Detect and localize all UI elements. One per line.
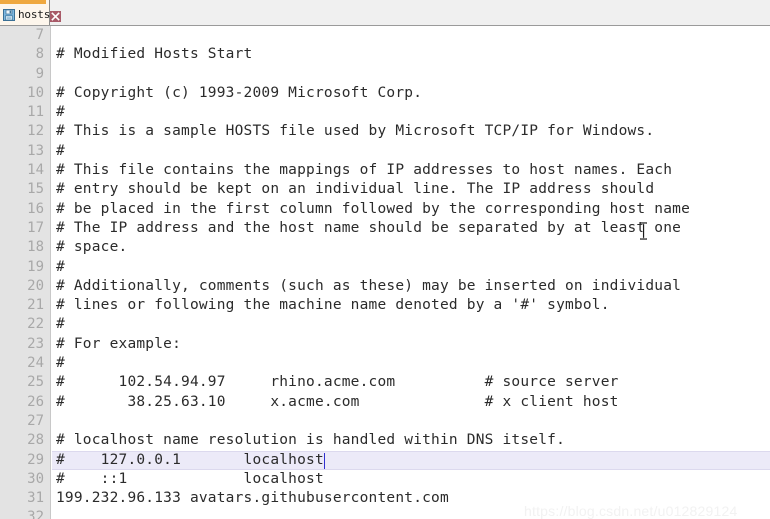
line-number: 9 — [35, 65, 44, 82]
line-text: # lines or following the machine name de… — [56, 297, 610, 314]
line-text: # be placed in the first column followed… — [56, 200, 691, 217]
code-line[interactable]: 24 # — [0, 354, 770, 373]
line-number: 28 — [27, 432, 44, 449]
line-text: # For example: — [56, 335, 182, 352]
line-number: 8 — [35, 46, 44, 63]
tab-active-accent-bar — [0, 0, 46, 4]
line-text: # — [56, 258, 65, 275]
text-caret — [323, 452, 326, 469]
line-text: # 102.54.94.97 rhino.acme.com # source s… — [56, 374, 619, 391]
line-text: # — [56, 142, 65, 159]
code-line[interactable]: 30 # ::1 localhost — [0, 470, 770, 489]
line-text: # space. — [56, 239, 128, 256]
line-text: 199.232.96.133 avatars.githubusercontent… — [56, 490, 449, 507]
line-text: # Modified Hosts Start — [56, 46, 253, 63]
code-line[interactable]: 14 # This file contains the mappings of I… — [0, 161, 770, 180]
line-text: # ::1 localhost — [56, 470, 324, 487]
code-line[interactable]: 15 # entry should be kept on an individua… — [0, 180, 770, 199]
line-text: # This is a sample HOSTS file used by Mi… — [56, 123, 655, 140]
line-number: 18 — [27, 239, 44, 256]
code-line[interactable]: 20 # Additionally, comments (such as thes… — [0, 277, 770, 296]
code-line[interactable]: 21 # lines or following the machine name … — [0, 296, 770, 315]
line-text: # 127.0.0.1 localhost — [56, 451, 324, 468]
line-number: 30 — [27, 470, 44, 487]
line-text: # The IP address and the host name shoul… — [56, 219, 682, 236]
line-number: 19 — [27, 258, 44, 275]
code-line[interactable]: 27 — [0, 412, 770, 431]
tab-label: hosts — [18, 7, 51, 21]
line-number: 7 — [35, 27, 44, 43]
tab-bar: hosts — [0, 0, 770, 26]
line-number: 23 — [27, 335, 44, 352]
line-number: 20 — [27, 277, 44, 294]
code-line[interactable]: 11 # — [0, 103, 770, 122]
line-number: 10 — [27, 84, 44, 101]
code-text-area[interactable]: 7 8 # Modified Hosts Start 9 10 # Copyright (… — [0, 26, 770, 519]
code-line[interactable]: 17 # The IP address and the host name sho… — [0, 219, 770, 238]
code-line[interactable]: 8 # Modified Hosts Start — [0, 45, 770, 64]
line-number: 27 — [27, 412, 44, 429]
code-line[interactable]: 13 # — [0, 142, 770, 161]
line-number: 26 — [27, 393, 44, 410]
line-number: 16 — [27, 200, 44, 217]
line-number: 21 — [27, 297, 44, 314]
line-text: # Copyright (c) 1993-2009 Microsoft Corp… — [56, 84, 423, 101]
line-text: # — [56, 355, 65, 372]
code-line[interactable]: 7 — [0, 26, 770, 45]
close-x-icon[interactable] — [50, 9, 62, 22]
code-line[interactable]: 28 # localhost name resolution is handled… — [0, 431, 770, 450]
editor-pane[interactable]: 7 8 # Modified Hosts Start 9 10 # Copyright (… — [0, 26, 770, 519]
code-line[interactable]: 16 # be placed in the first column follow… — [0, 200, 770, 219]
code-line[interactable]: 10 # Copyright (c) 1993-2009 Microsoft Co… — [0, 84, 770, 103]
line-number: 11 — [27, 104, 44, 121]
line-number: 25 — [27, 374, 44, 391]
code-line[interactable]: 25 # 102.54.94.97 rhino.acme.com # source… — [0, 373, 770, 392]
line-text: # entry should be kept on an individual … — [56, 181, 655, 198]
code-line[interactable]: 19 # — [0, 258, 770, 277]
line-text: # 38.25.63.10 x.acme.com # x client host — [56, 393, 619, 410]
line-text: # Additionally, comments (such as these)… — [56, 277, 682, 294]
tab-hosts[interactable]: hosts — [0, 0, 62, 25]
line-number: 14 — [27, 162, 44, 179]
line-text: # localhost name resolution is handled w… — [56, 432, 565, 449]
text-editor-window: hosts 7 8 # Modified Hosts Start 9 10 # Copyr… — [0, 0, 770, 519]
line-number: 17 — [27, 219, 44, 236]
line-text: # — [56, 316, 65, 333]
code-line[interactable]: 23 # For example: — [0, 335, 770, 354]
line-number: 13 — [27, 142, 44, 159]
line-number: 32 — [27, 509, 44, 519]
line-number: 22 — [27, 316, 44, 333]
code-line[interactable]: 9 — [0, 65, 770, 84]
code-line[interactable]: 18 # space. — [0, 238, 770, 257]
save-floppy-icon — [3, 8, 15, 21]
line-number: 24 — [27, 355, 44, 372]
code-line[interactable]: 22 # — [0, 315, 770, 334]
code-line[interactable]: 29 # 127.0.0.1 localhost — [0, 450, 770, 470]
line-number: 31 — [27, 490, 44, 507]
line-text: # — [56, 104, 65, 121]
line-number: 29 — [27, 451, 44, 468]
line-number: 12 — [27, 123, 44, 140]
code-line[interactable]: 12 # This is a sample HOSTS file used by … — [0, 122, 770, 141]
watermark-text: https://blog.csdn.net/u012829124 — [524, 503, 738, 519]
line-text: # This file contains the mappings of IP … — [56, 162, 673, 179]
line-number: 15 — [27, 181, 44, 198]
code-line[interactable]: 26 # 38.25.63.10 x.acme.com # x client ho… — [0, 393, 770, 412]
